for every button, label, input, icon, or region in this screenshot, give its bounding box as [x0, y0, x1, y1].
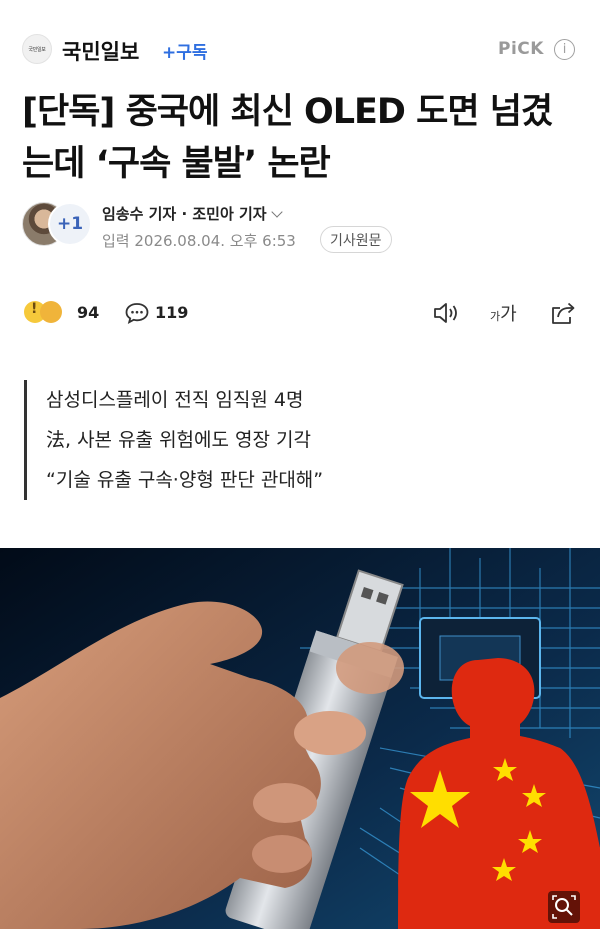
article-summary: 삼성디스플레이 전직 임직원 4명 法, 사본 유출 위험에도 영장 기각 “기… — [24, 380, 444, 500]
reporter-avatars[interactable]: +1 — [22, 202, 92, 248]
headline-line-1: [단독] 중국에 최신 OLED 도면 넘겼 — [22, 92, 553, 132]
pick-label: PiCK — [498, 39, 544, 59]
comment-icon[interactable] — [124, 301, 150, 325]
press-name[interactable]: 국민일보 — [62, 36, 139, 66]
font-size-icon[interactable]: 가가 — [490, 300, 517, 326]
speaker-icon[interactable] — [432, 300, 462, 326]
like-emoji-icon[interactable] — [40, 301, 62, 323]
reporters-byline[interactable]: 임송수 기자 · 조민아 기자 — [102, 203, 283, 224]
summary-line-3: “기술 유출 구속·양형 판단 관대해” — [46, 469, 324, 491]
reporters-names: 임송수 기자 · 조민아 기자 — [102, 205, 267, 223]
summary-line-1: 삼성디스플레이 전직 임직원 4명 — [46, 389, 304, 411]
article-dateline: 입력 2026.08.04. 오후 6:53 — [102, 232, 296, 250]
top-bar: 국민일보 국민일보 +구독 PiCK i — [0, 0, 600, 90]
exclamation-icon: ! — [31, 301, 38, 317]
reaction-toolbar: ! 94 119 가가 — [0, 294, 600, 334]
original-article-button[interactable]: 기사원문 — [320, 226, 392, 253]
press-logo[interactable]: 국민일보 — [22, 34, 52, 64]
chevron-down-icon — [270, 206, 283, 218]
article-image[interactable] — [0, 548, 600, 929]
extra-reporters-badge: +1 — [48, 202, 92, 246]
comment-count[interactable]: 119 — [155, 303, 188, 322]
press-logo-text: 국민일보 — [28, 46, 46, 53]
reaction-count[interactable]: 94 — [77, 303, 99, 322]
headline: [단독] 중국에 최신 OLED 도면 넘겼 는데 ‘구속 불발’ 논란 — [22, 86, 582, 190]
info-icon[interactable]: i — [554, 39, 575, 60]
summary-line-2: 法, 사본 유출 위험에도 영장 기각 — [46, 429, 311, 451]
zoom-icon[interactable] — [548, 891, 580, 923]
share-icon[interactable] — [548, 299, 578, 327]
headline-line-2: 는데 ‘구속 불발’ 논란 — [22, 144, 331, 184]
subscribe-button[interactable]: +구독 — [162, 38, 208, 63]
